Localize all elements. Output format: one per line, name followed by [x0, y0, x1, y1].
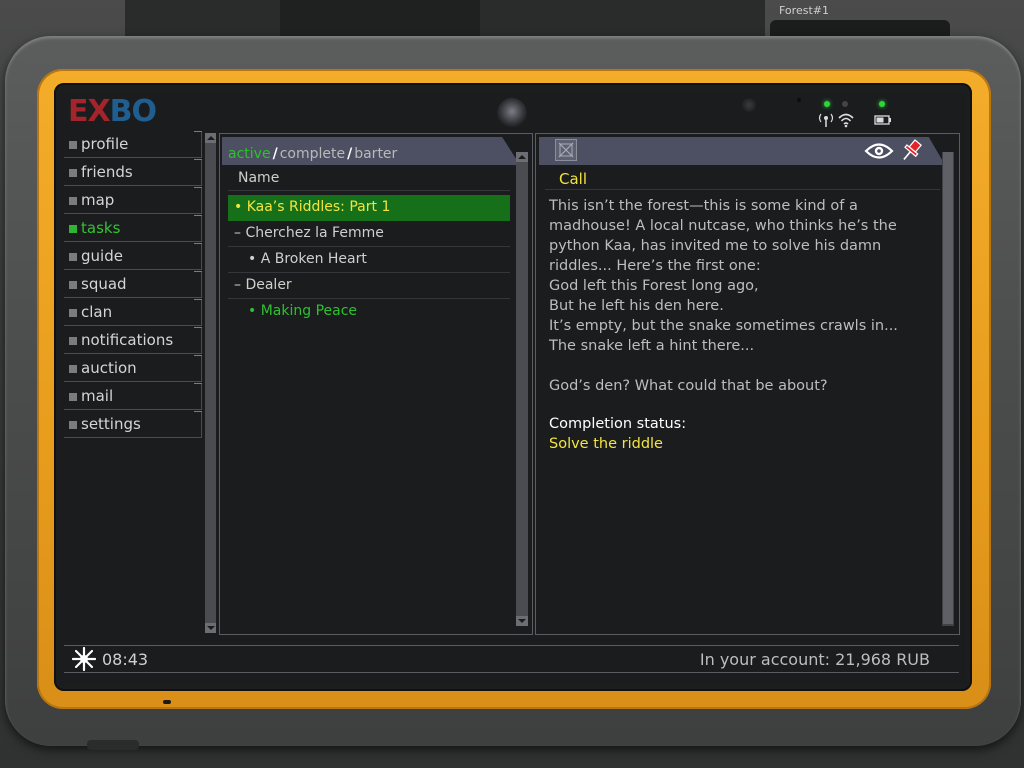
antenna-icon	[818, 113, 834, 127]
clock: 08:43	[102, 650, 149, 669]
battery-icon	[874, 115, 891, 125]
sidebar-item-friends[interactable]: friends	[64, 159, 202, 186]
tab-separator: /	[347, 146, 353, 162]
sensor-dot	[797, 98, 801, 102]
bullet-icon	[69, 421, 77, 429]
task-image-icon	[558, 142, 574, 158]
bullet-icon	[69, 253, 77, 261]
task-row-dealer[interactable]: – Dealer	[228, 273, 510, 299]
device-port	[163, 700, 171, 704]
bullet-icon	[69, 393, 77, 401]
sidebar-item-settings[interactable]: settings	[64, 411, 202, 438]
tab-complete[interactable]: complete	[280, 146, 345, 162]
task-row-making-peace[interactable]: • Making Peace	[228, 299, 510, 325]
sidebar-item-clan[interactable]: clan	[64, 299, 202, 326]
divider	[228, 190, 510, 191]
scroll-down-icon[interactable]	[516, 616, 528, 626]
task-icon	[555, 139, 577, 161]
task-row-cherchez-la-femme[interactable]: – Cherchez la Femme	[228, 221, 510, 247]
description-line: madhouse! A local nutcase, who thinks he…	[549, 218, 897, 234]
tab-barter[interactable]: barter	[354, 146, 397, 162]
scroll-up-icon[interactable]	[205, 133, 216, 143]
battery-led	[879, 101, 885, 107]
task-description: This isn’t the forest—this is some kind …	[549, 196, 929, 396]
sidebar-item-notifications[interactable]: notifications	[64, 327, 202, 354]
completion-status-value: Solve the riddle	[549, 436, 663, 452]
sun-icon	[72, 647, 96, 671]
signal-led	[824, 101, 830, 107]
background-foliage-dark	[280, 0, 480, 40]
bullet-icon	[69, 309, 77, 317]
sidebar-item-map[interactable]: map	[64, 187, 202, 214]
description-line: This isn’t the forest—this is some kind …	[549, 198, 858, 214]
sidebar-nav: profile friends map tasks guide squad cl…	[64, 131, 216, 632]
task-row-kaas-riddles[interactable]: • Kaa’s Riddles: Part 1	[228, 195, 510, 221]
pin-icon[interactable]	[898, 138, 924, 164]
wifi-icon	[838, 113, 854, 128]
sensor-icon	[742, 98, 756, 112]
sidebar-item-auction[interactable]: auction	[64, 355, 202, 382]
task-tabs: active / complete / barter	[228, 146, 397, 162]
tab-active[interactable]: active	[228, 146, 271, 162]
completion-status-label: Completion status:	[549, 416, 687, 432]
call-label: Call	[559, 170, 588, 188]
bullet-icon	[69, 337, 77, 345]
bullet-icon	[69, 281, 77, 289]
description-line: The snake left a hint there...	[549, 338, 755, 354]
column-header-name[interactable]: Name	[238, 170, 279, 186]
sidebar-item-profile[interactable]: profile	[64, 131, 202, 158]
sidebar-scrollbar[interactable]	[205, 133, 216, 633]
sidebar-item-mail[interactable]: mail	[64, 383, 202, 410]
tab-separator: /	[272, 146, 278, 162]
exbo-logo: EXBO	[68, 94, 157, 129]
scroll-down-icon[interactable]	[205, 623, 216, 633]
scroll-thumb[interactable]	[943, 152, 953, 624]
bullet-icon	[69, 169, 77, 177]
sidebar-item-tasks[interactable]: tasks	[64, 215, 202, 242]
description-line: riddles... Here’s the first one:	[549, 258, 761, 274]
bullet-icon	[69, 365, 77, 373]
scroll-up-icon[interactable]	[516, 152, 528, 162]
eye-icon[interactable]	[864, 140, 894, 162]
detail-scrollbar[interactable]	[942, 152, 954, 626]
description-line: python Kaa, has invited me to solve his …	[549, 238, 882, 254]
divider	[545, 189, 940, 190]
description-line	[549, 356, 929, 376]
tasks-scrollbar[interactable]	[516, 152, 528, 626]
sidebar-item-squad[interactable]: squad	[64, 271, 202, 298]
device-button	[87, 740, 139, 750]
description-line: But he left his den here.	[549, 298, 724, 314]
bullet-icon	[69, 141, 77, 149]
task-row-a-broken-heart[interactable]: • A Broken Heart	[228, 247, 510, 273]
sidebar-item-guide[interactable]: guide	[64, 243, 202, 270]
wifi-led	[842, 101, 848, 107]
bullet-icon	[69, 197, 77, 205]
description-line: God’s den? What could that be about?	[549, 378, 828, 394]
description-line: It’s empty, but the snake sometimes craw…	[549, 318, 898, 334]
camera-icon	[497, 98, 527, 128]
account-balance: In your account: 21,968 RUB	[699, 650, 930, 669]
location-label: Forest#1	[779, 4, 829, 17]
description-line: God left this Forest long ago,	[549, 278, 759, 294]
bullet-icon	[69, 225, 77, 233]
